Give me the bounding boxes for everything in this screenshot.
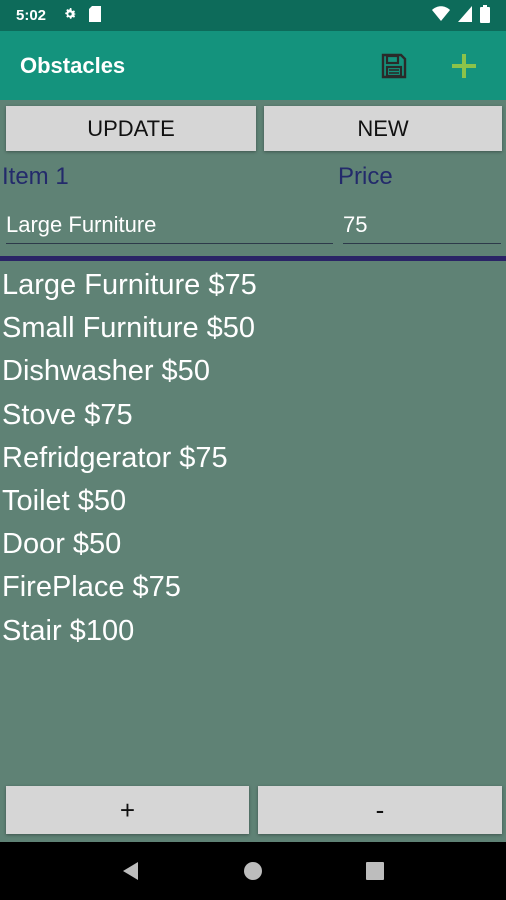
price-field[interactable]: [343, 206, 501, 244]
list-item[interactable]: Door $50: [2, 523, 502, 566]
list-item[interactable]: Toilet $50: [2, 480, 502, 523]
add-icon[interactable]: [448, 50, 480, 82]
sd-card-icon: [88, 5, 102, 26]
list-item[interactable]: Stove $75: [2, 394, 502, 437]
settings-icon: [62, 6, 78, 26]
increment-button[interactable]: +: [6, 786, 249, 834]
wifi-icon: [432, 5, 450, 26]
save-icon[interactable]: [378, 50, 410, 82]
list-item[interactable]: FirePlace $75: [2, 566, 502, 609]
status-bar: 5:02: [0, 0, 506, 31]
list-item[interactable]: Dishwasher $50: [2, 350, 502, 393]
signal-icon: [458, 5, 472, 26]
list-item[interactable]: Small Furniture $50: [2, 307, 502, 350]
page-title: Obstacles: [20, 52, 126, 78]
divider: [0, 256, 506, 261]
decrement-button[interactable]: -: [258, 786, 502, 834]
update-button[interactable]: UPDATE: [6, 106, 256, 151]
app-bar: Obstacles: [0, 31, 506, 100]
system-nav-bar: [0, 842, 506, 900]
new-button[interactable]: NEW: [264, 106, 502, 151]
list-item[interactable]: Refridgerator $75: [2, 437, 502, 480]
item-name-field[interactable]: [6, 206, 333, 244]
back-icon[interactable]: [111, 851, 151, 891]
battery-icon: [480, 4, 490, 27]
price-label: Price: [338, 163, 393, 190]
obstacle-list: Large Furniture $75 Small Furniture $50 …: [2, 264, 502, 653]
status-time: 5:02: [16, 7, 47, 24]
item-label: Item 1: [2, 163, 69, 190]
list-item[interactable]: Stair $100: [2, 610, 502, 653]
list-item[interactable]: Large Furniture $75: [2, 264, 502, 307]
recents-icon[interactable]: [355, 851, 395, 891]
home-icon[interactable]: [233, 851, 273, 891]
